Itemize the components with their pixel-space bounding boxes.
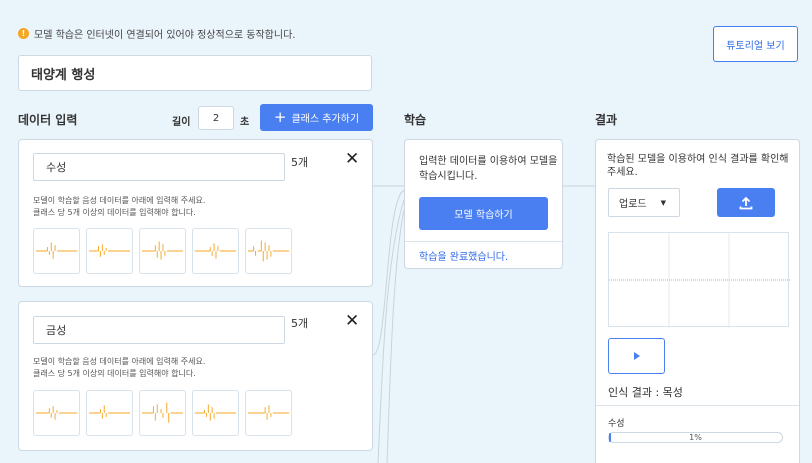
plus-icon: + — [273, 108, 287, 126]
class-description: 모델이 학습할 음성 데이터를 아래에 입력해 주세요. 클래스 당 5개 이상… — [33, 196, 206, 217]
caret-down-icon: ▼ — [660, 198, 666, 207]
class-card: 수성 5개 ✕ 모델이 학습할 음성 데이터를 아래에 입력해 주세요. 클래스… — [18, 139, 373, 287]
close-icon[interactable]: ✕ — [345, 313, 359, 330]
learning-title: 학습 — [404, 113, 427, 127]
result-title: 결과 — [595, 113, 618, 127]
audio-sample[interactable] — [139, 390, 186, 436]
play-button[interactable] — [608, 338, 665, 374]
divider — [405, 241, 562, 242]
add-class-button[interactable]: + 클래스 추가하기 — [260, 104, 373, 131]
class-description: 모델이 학습할 음성 데이터를 아래에 입력해 주세요. 클래스 당 5개 이상… — [33, 357, 206, 378]
sample-count: 5개 — [291, 317, 309, 330]
audio-sample[interactable] — [192, 228, 239, 274]
sample-count: 5개 — [291, 156, 309, 169]
divider — [596, 405, 799, 406]
add-class-label: 클래스 추가하기 — [291, 114, 360, 125]
audio-sample[interactable] — [245, 390, 292, 436]
play-icon — [633, 352, 640, 360]
sample-list — [33, 228, 298, 274]
audio-sample[interactable] — [86, 390, 133, 436]
probability-bar: 1% — [608, 432, 783, 443]
audio-sample[interactable] — [86, 228, 133, 274]
probability-text: 1% — [689, 433, 702, 442]
audio-sample[interactable] — [192, 390, 239, 436]
class-name-input[interactable]: 금성 — [33, 316, 285, 344]
sample-list — [33, 390, 298, 436]
recognition-result: 인식 결과 : 목성 — [608, 386, 683, 399]
audio-sample[interactable] — [33, 390, 80, 436]
length-label: 길이 — [172, 117, 191, 128]
notice-text: 모델 학습은 인터넷이 연결되어 있어야 정상적으로 동작합니다. — [34, 30, 296, 41]
upload-button[interactable] — [717, 188, 775, 217]
warning-icon: ! — [18, 28, 29, 39]
length-input[interactable]: 2 — [198, 106, 234, 130]
audio-sample[interactable] — [33, 228, 80, 274]
length-unit: 초 — [240, 117, 250, 128]
upload-icon — [739, 196, 753, 209]
learning-status: 학습을 완료했습니다. — [419, 252, 509, 263]
audio-sample[interactable] — [245, 228, 292, 274]
audio-sample[interactable] — [139, 228, 186, 274]
tutorial-button[interactable]: 튜토리얼 보기 — [713, 26, 798, 62]
project-name-input[interactable]: 태양계 행성 — [18, 55, 372, 91]
select-value: 업로드 — [619, 199, 647, 210]
input-source-select[interactable]: 업로드 ▼ — [608, 188, 680, 217]
learning-description: 입력한 데이터를 이용하여 모델을 학습시킵니다. — [419, 156, 558, 182]
waveform-display — [608, 232, 790, 328]
probability-label: 수성 — [608, 419, 625, 429]
data-input-title: 데이터 입력 — [18, 113, 78, 127]
close-icon[interactable]: ✕ — [345, 151, 359, 168]
result-panel: 학습된 모델을 이용하여 인식 결과를 확인해주세요. 업로드 ▼ 인식 결과 … — [595, 139, 800, 463]
class-card: 금성 5개 ✕ 모델이 학습할 음성 데이터를 아래에 입력해 주세요. 클래스… — [18, 301, 373, 451]
result-description: 학습된 모델을 이용하여 인식 결과를 확인해주세요. — [607, 154, 789, 178]
learning-panel: 입력한 데이터를 이용하여 모델을 학습시킵니다. 모델 학습하기 학습을 완료… — [404, 139, 563, 269]
class-name-input[interactable]: 수성 — [33, 153, 285, 181]
train-model-button[interactable]: 모델 학습하기 — [419, 197, 548, 230]
internet-notice: ! 모델 학습은 인터넷이 연결되어 있어야 정상적으로 동작합니다. — [18, 26, 295, 41]
